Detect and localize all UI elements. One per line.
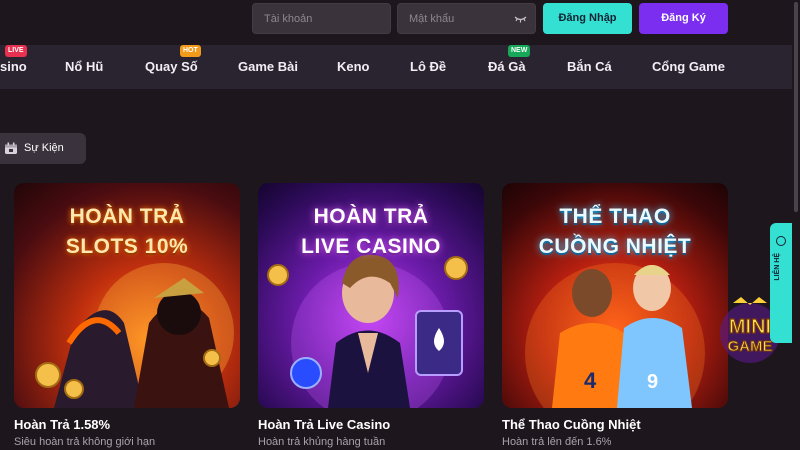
events-label: Sự Kiện (24, 142, 64, 154)
card-subtitle: Hoàn trả lên đến 1.6% (502, 436, 612, 448)
card-title: Hoàn Trả 1.58% (14, 417, 111, 432)
card-subtitle: Hoàn trả khủng hàng tuần (258, 436, 386, 448)
contact-label: LIÊN HỆ (774, 253, 781, 281)
card-headline-2: SLOTS 10% (65, 235, 189, 258)
chat-icon (776, 236, 786, 246)
login-button[interactable]: Đăng Nhập (543, 3, 632, 34)
promo-card-slots[interactable]: HOÀN TRẢ SLOTS 10% (14, 183, 240, 408)
new-badge: NEW (508, 45, 531, 57)
calendar-icon (5, 142, 17, 154)
nav-item-keno[interactable]: Keno (337, 45, 370, 89)
card-headline-2: CUỒNG NHIỆT (538, 235, 692, 258)
hot-badge: HOT (180, 45, 201, 57)
nav-item-lo-de[interactable]: Lô Đề (410, 45, 446, 89)
card-title: Hoàn Trả Live Casino (258, 417, 391, 432)
mini-game-line2: GAME (728, 338, 773, 355)
card-subtitle: Siêu hoàn trả không giới hạn (14, 436, 156, 448)
promo-card-live-casino[interactable]: HOÀN TRẢ LIVE CASINO (258, 183, 484, 408)
card-title: Thể Thao Cuồng Nhiệt (502, 417, 641, 432)
promo-card-sports[interactable]: 4 9 THỂ THAO CUỒNG NHIỆT (502, 183, 728, 408)
password-placeholder: Mật khẩu (409, 13, 455, 25)
nav-item-ban-ca[interactable]: Bắn Cá (567, 45, 612, 89)
card-headline-1: HOÀN TRẢ (69, 205, 185, 228)
eye-closed-icon[interactable] (514, 14, 527, 24)
live-badge: LIVE (5, 45, 27, 57)
contact-tab[interactable]: LIÊN HỆ (770, 223, 792, 343)
scrollbar-thumb[interactable] (794, 2, 798, 212)
nav-item-no-hu[interactable]: Nổ Hũ (65, 45, 103, 89)
password-input[interactable]: Mật khẩu (397, 3, 536, 34)
card-headline-1: HOÀN TRẢ (313, 205, 429, 228)
nav-item-game-bai[interactable]: Game Bài (238, 45, 298, 89)
events-button[interactable]: Sự Kiện (0, 133, 86, 164)
nav-item-cong-game[interactable]: Cổng Game (652, 45, 725, 89)
top-bar: Tài khoản Mật khẩu Đăng Nhập Đăng Ký (0, 0, 800, 45)
username-input[interactable]: Tài khoản (252, 3, 391, 34)
svg-text:4: 4 (584, 368, 597, 393)
svg-text:9: 9 (647, 371, 658, 393)
main-nav: sino Nổ Hũ Quay Số Game Bài Keno Lô Đề Đ… (0, 45, 800, 89)
register-button[interactable]: Đăng Ký (639, 3, 728, 34)
card-headline-1: THỂ THAO (559, 205, 671, 228)
card-headline-2: LIVE CASINO (301, 235, 441, 258)
mini-game-line1: MINI (729, 316, 771, 338)
